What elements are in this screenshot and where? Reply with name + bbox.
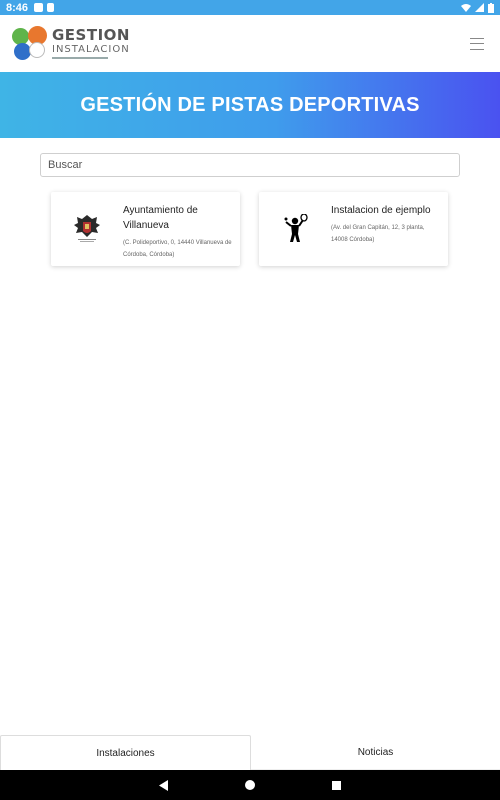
logo-subtitle: INSTALACION	[52, 44, 130, 55]
coat-of-arms-icon	[51, 192, 123, 266]
app-logo[interactable]: GESTION INSTALACION	[12, 25, 130, 62]
facility-card-ayuntamiento[interactable]: Ayuntamiento de Villanueva (C. Polidepor…	[51, 192, 240, 266]
wifi-icon	[461, 4, 471, 12]
facility-address: (C. Polideportivo, 0, 14440 Villanueva d…	[123, 240, 232, 258]
bottom-tab-bar: Instalaciones Noticias	[0, 735, 500, 770]
app-header: GESTION INSTALACION	[0, 15, 500, 72]
app-notification-icon	[34, 3, 44, 12]
back-icon[interactable]	[156, 777, 172, 793]
facility-card-ejemplo[interactable]: Instalacion de ejemplo (Av. del Gran Cap…	[259, 192, 448, 266]
home-icon[interactable]	[242, 777, 258, 793]
tennis-player-icon	[259, 192, 331, 266]
search-input[interactable]	[40, 153, 460, 177]
facility-name: Ayuntamiento de Villanueva	[123, 205, 198, 231]
page-banner: GESTIÓN DE PISTAS DEPORTIVAS	[0, 72, 500, 138]
facility-name: Instalacion de ejemplo	[331, 205, 431, 216]
logo-underline	[52, 57, 108, 59]
facility-address: (Av. del Gran Capitán, 12, 3 planta, 140…	[331, 225, 425, 243]
system-nav-bar	[0, 770, 500, 800]
recents-icon[interactable]	[328, 777, 344, 793]
status-bar: 8:46	[0, 0, 500, 15]
logo-balls-icon	[12, 25, 48, 62]
status-time: 8:46	[6, 1, 29, 14]
sim-notification-icon	[47, 3, 55, 12]
battery-icon	[488, 2, 494, 13]
logo-title: GESTION	[52, 26, 130, 44]
hamburger-menu-icon[interactable]	[470, 37, 484, 50]
signal-icon	[475, 3, 484, 12]
tab-noticias[interactable]: Noticias	[251, 735, 500, 770]
page-title: GESTIÓN DE PISTAS DEPORTIVAS	[80, 93, 420, 116]
tab-instalaciones[interactable]: Instalaciones	[0, 735, 251, 770]
